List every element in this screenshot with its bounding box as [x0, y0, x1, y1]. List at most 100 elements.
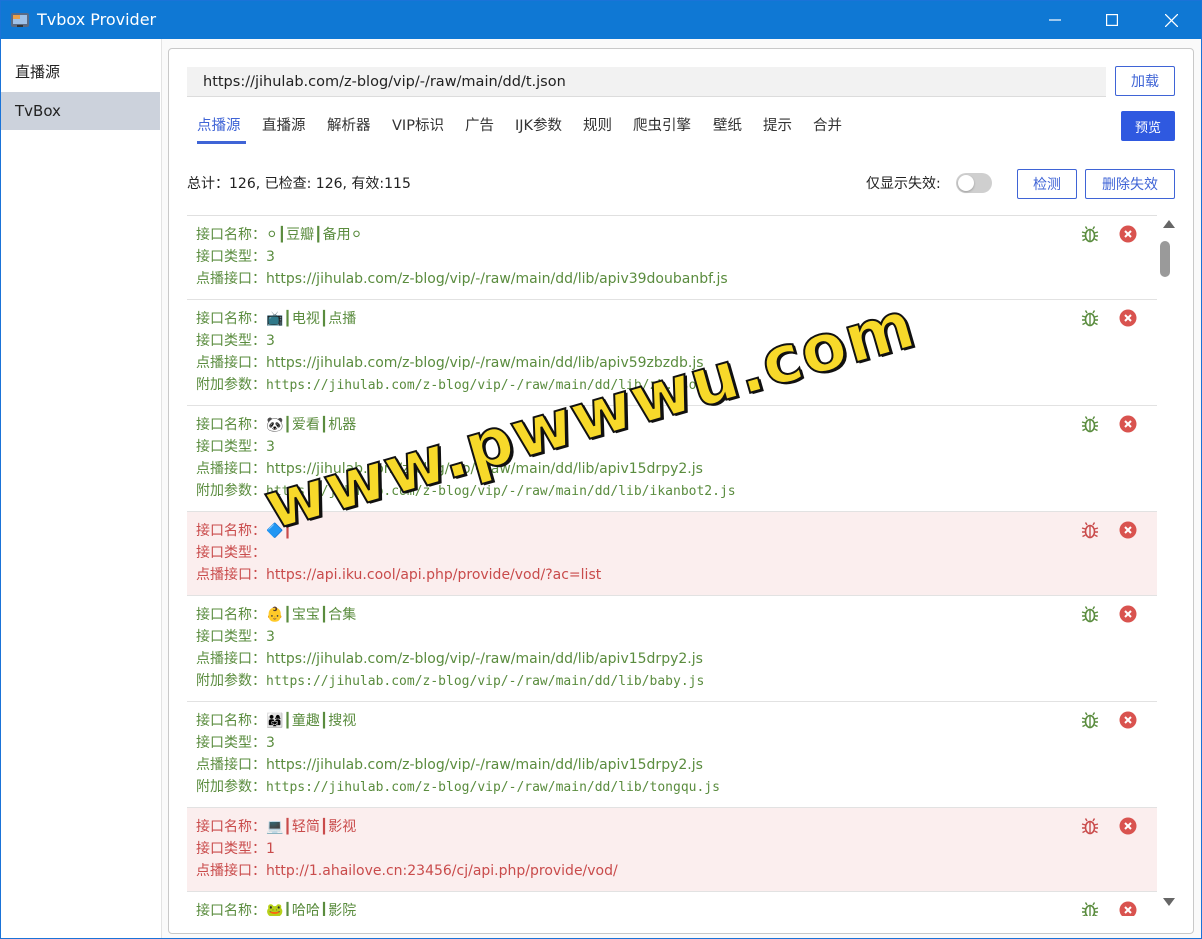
field-value: 3 — [266, 735, 275, 751]
delete-icon[interactable] — [1119, 521, 1137, 539]
source-ext-row: 附加参数：https://jihulab.com/z-blog/vip/-/ra… — [196, 776, 720, 798]
delete-icon[interactable] — [1119, 415, 1137, 433]
main-panel: https://jihulab.com/z-blog/vip/-/raw/mai… — [168, 48, 1194, 934]
field-label: 接口类型： — [196, 841, 266, 857]
app-icon — [11, 13, 29, 27]
close-window-button[interactable] — [1143, 1, 1199, 39]
field-value: https://jihulab.com/z-blog/vip/-/raw/mai… — [266, 271, 728, 287]
field-value: https://jihulab.com/z-blog/vip/-/raw/mai… — [266, 651, 703, 667]
tab-vod[interactable]: 点播源 — [197, 109, 246, 144]
show-invalid-toggle[interactable] — [956, 173, 992, 193]
field-label: 接口名称： — [196, 903, 266, 916]
toggle-knob — [958, 175, 974, 191]
field-value: https://jihulab.com/z-blog/vip/-/raw/mai… — [266, 461, 703, 477]
source-item: 接口名称：🔷┃ 接口类型： 点播接口：https://api.iku.cool/ap… — [187, 512, 1157, 596]
field-label: 点播接口： — [196, 651, 266, 667]
bug-icon[interactable] — [1080, 414, 1100, 434]
field-label: 点播接口： — [196, 757, 266, 773]
bug-icon[interactable] — [1080, 816, 1100, 836]
tab-spider[interactable]: 爬虫引擎 — [633, 109, 691, 143]
bug-icon[interactable] — [1080, 710, 1100, 730]
bug-icon[interactable] — [1080, 604, 1100, 624]
field-label: 接口类型： — [196, 249, 266, 265]
field-value: https://jihulab.com/z-blog/vip/-/raw/mai… — [266, 378, 705, 393]
field-label: 附加参数： — [196, 377, 266, 393]
field-label: 点播接口： — [196, 567, 266, 583]
field-label: 附加参数： — [196, 673, 266, 689]
field-label: 接口类型： — [196, 545, 266, 561]
sidebar-item-live[interactable]: 直播源 — [1, 53, 160, 91]
source-api-row: 点播接口：http://1.ahailove.cn:23456/cj/api.p… — [196, 860, 618, 882]
close-icon — [1164, 13, 1178, 27]
field-value: https://api.iku.cool/api.php/provide/vod… — [266, 567, 602, 583]
field-value: https://jihulab.com/z-blog/vip/-/raw/mai… — [266, 355, 704, 371]
delete-invalid-button[interactable]: 删除失效 — [1085, 169, 1175, 199]
sidebar: 直播源 TvBox — [1, 39, 162, 938]
title-bar: Tvbox Provider — [1, 1, 1201, 39]
delete-icon[interactable] — [1119, 901, 1137, 916]
source-api-row: 点播接口：https://jihulab.com/z-blog/vip/-/ra… — [196, 458, 703, 480]
field-value: 🔷┃ — [266, 523, 292, 539]
url-input[interactable]: https://jihulab.com/z-blog/vip/-/raw/mai… — [187, 67, 1106, 97]
source-name-row: 接口名称：👶┃宝宝┃合集 — [196, 604, 356, 626]
tab-parser[interactable]: 解析器 — [327, 109, 371, 143]
source-api-row: 点播接口：https://api.iku.cool/api.php/provid… — [196, 564, 601, 586]
source-api-row: 点播接口：https://jihulab.com/z-blog/vip/-/ra… — [196, 352, 704, 374]
bug-icon[interactable] — [1080, 900, 1100, 916]
source-name-row: 接口名称：👨‍👩‍👧┃童趣┃搜视 — [196, 710, 356, 732]
field-label: 点播接口： — [196, 355, 266, 371]
delete-icon[interactable] — [1119, 605, 1137, 623]
source-ext-row: 附加参数：https://jihulab.com/z-blog/vip/-/ra… — [196, 670, 704, 692]
field-value: http://1.ahailove.cn:23456/cj/api.php/pr… — [266, 863, 618, 879]
tab-label: 点播源 — [197, 118, 241, 134]
scroll-up-icon[interactable] — [1162, 219, 1176, 229]
field-value: 3 — [266, 629, 275, 645]
field-value: ⚪┃豆瓣┃备用⚪ — [266, 227, 363, 243]
field-value: 👨‍👩‍👧┃童趣┃搜视 — [266, 713, 357, 729]
field-label: 点播接口： — [196, 461, 266, 477]
field-value: 🐼┃爱看┃机器 — [266, 417, 357, 433]
field-value: 💻┃轻简┃影视 — [266, 819, 357, 835]
field-value: https://jihulab.com/z-blog/vip/-/raw/mai… — [266, 484, 736, 499]
stats-summary: 总计：126, 已检查: 126, 有效:115 — [187, 176, 411, 192]
source-type-row: 接口类型： — [196, 542, 266, 564]
tab-ads[interactable]: 广告 — [465, 109, 494, 143]
bug-icon[interactable] — [1080, 224, 1100, 244]
field-label: 点播接口： — [196, 863, 266, 879]
field-label: 接口名称： — [196, 311, 266, 327]
source-type-row: 接口类型：1 — [196, 838, 275, 860]
field-label: 接口名称： — [196, 523, 266, 539]
field-value: https://jihulab.com/z-blog/vip/-/raw/mai… — [266, 757, 703, 773]
scrollbar-thumb[interactable] — [1160, 241, 1170, 277]
field-label: 接口名称： — [196, 417, 266, 433]
maximize-button[interactable] — [1084, 1, 1140, 39]
tab-tips[interactable]: 提示 — [763, 109, 792, 143]
tab-vip[interactable]: VIP标识 — [392, 109, 444, 143]
delete-icon[interactable] — [1119, 225, 1137, 243]
minimize-button[interactable] — [1027, 1, 1083, 39]
source-item: 接口名称：💻┃轻简┃影视 接口类型：1 点播接口：http://1.ahailove… — [187, 808, 1157, 892]
tab-active-indicator — [197, 141, 246, 144]
delete-icon[interactable] — [1119, 711, 1137, 729]
source-type-row: 接口类型：3 — [196, 626, 275, 648]
maximize-icon — [1106, 14, 1118, 26]
delete-icon[interactable] — [1119, 817, 1137, 835]
source-list: 接口名称：⚪┃豆瓣┃备用⚪ 接口类型：3 点播接口：https://jihulab.… — [187, 215, 1157, 916]
tab-wallpaper[interactable]: 壁纸 — [713, 109, 742, 143]
load-button[interactable]: 加载 — [1115, 66, 1175, 96]
preview-button[interactable]: 预览 — [1121, 111, 1175, 141]
source-item: 接口名称：🐸┃哈哈┃影院 — [187, 892, 1157, 916]
scroll-down-icon[interactable] — [1162, 897, 1176, 907]
tab-ijk[interactable]: IJK参数 — [515, 109, 562, 143]
tab-rules[interactable]: 规则 — [583, 109, 612, 143]
delete-icon[interactable] — [1119, 309, 1137, 327]
bug-icon[interactable] — [1080, 520, 1100, 540]
sidebar-item-tvbox[interactable]: TvBox — [1, 92, 160, 130]
tab-live[interactable]: 直播源 — [262, 109, 306, 143]
source-item: 接口名称：👨‍👩‍👧┃童趣┃搜视 接口类型：3 点播接口：https://jihul… — [187, 702, 1157, 808]
source-ext-row: 附加参数：https://jihulab.com/z-blog/vip/-/ra… — [196, 480, 736, 502]
window-title: Tvbox Provider — [37, 10, 157, 29]
check-button[interactable]: 检测 — [1017, 169, 1077, 199]
bug-icon[interactable] — [1080, 308, 1100, 328]
tab-merge[interactable]: 合并 — [813, 109, 842, 143]
